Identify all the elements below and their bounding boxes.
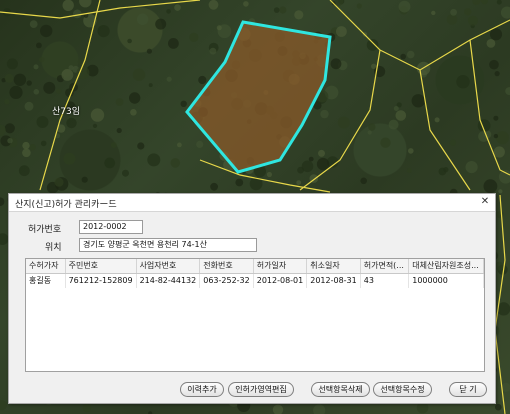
table-header-row: 수허가자 주민번호 사업자번호 전화번호 허가일자 취소일자 허가면적(... 대체산림자원조…	[26, 259, 484, 274]
permit-holder-table[interactable]: 수허가자 주민번호 사업자번호 전화번호 허가일자 취소일자 허가면적(... 대체산림자원조…	[25, 258, 485, 372]
permit-parcel-polygon[interactable]	[185, 20, 332, 174]
column-header[interactable]: 전화번호	[199, 259, 254, 274]
permit-management-dialog: 산지(신고)허가 관리카ー드 ✕ 허가번호 2012-0002 위치 경기도 양…	[8, 193, 496, 404]
permit-holder-grid: 수허가자 주민번호 사업자번호 전화번호 허가일자 취소일자 허가면적(... 대체산림자원조…	[26, 259, 484, 288]
close-icon[interactable]: ✕	[479, 196, 491, 208]
edit-selected-button[interactable]: 선택항목수정	[373, 382, 432, 397]
column-header[interactable]: 수허가자	[26, 259, 66, 274]
table-cell: 2012-08-31	[306, 273, 361, 288]
permit-no-field[interactable]: 2012-0002	[79, 220, 143, 234]
location-label: 위치	[45, 243, 62, 253]
table-cell: 43	[360, 273, 410, 288]
column-header[interactable]: 허가일자	[253, 259, 308, 274]
column-header[interactable]: 허가면적(...	[360, 259, 410, 274]
table-cell: 홍길동	[26, 273, 66, 288]
column-header[interactable]: 사업자번호	[136, 259, 201, 274]
dialog-title: 산지(신고)허가 관리카ー드	[15, 200, 117, 210]
table-cell: 1000000	[408, 273, 484, 288]
column-header[interactable]: 주민번호	[65, 259, 137, 274]
dialog-titlebar[interactable]: 산지(신고)허가 관리카ー드 ✕	[9, 194, 495, 212]
table-cell: 063-252-32	[199, 273, 254, 288]
table-row[interactable]: 홍길동 761212-152809 214-82-44132 063-252-32 20…	[26, 273, 484, 288]
delete-selected-button[interactable]: 선택항목삭제	[311, 382, 370, 397]
column-header[interactable]: 취소일자	[306, 259, 361, 274]
permit-no-label: 허가번호	[28, 225, 62, 235]
area-edit-button[interactable]: 인허가영역편집	[228, 382, 294, 397]
table-cell: 2012-08-01	[253, 273, 308, 288]
close-button[interactable]: 닫 기	[449, 382, 487, 397]
table-cell: 214-82-44132	[136, 273, 201, 288]
column-header[interactable]: 대체산림자원조성...	[408, 259, 484, 274]
history-add-button[interactable]: 이력추가	[180, 382, 224, 397]
parcel-label: 산73임	[52, 107, 81, 117]
location-field[interactable]: 경기도 양평군 옥천면 용천리 74-1산	[79, 238, 257, 252]
table-cell: 761212-152809	[65, 273, 137, 288]
